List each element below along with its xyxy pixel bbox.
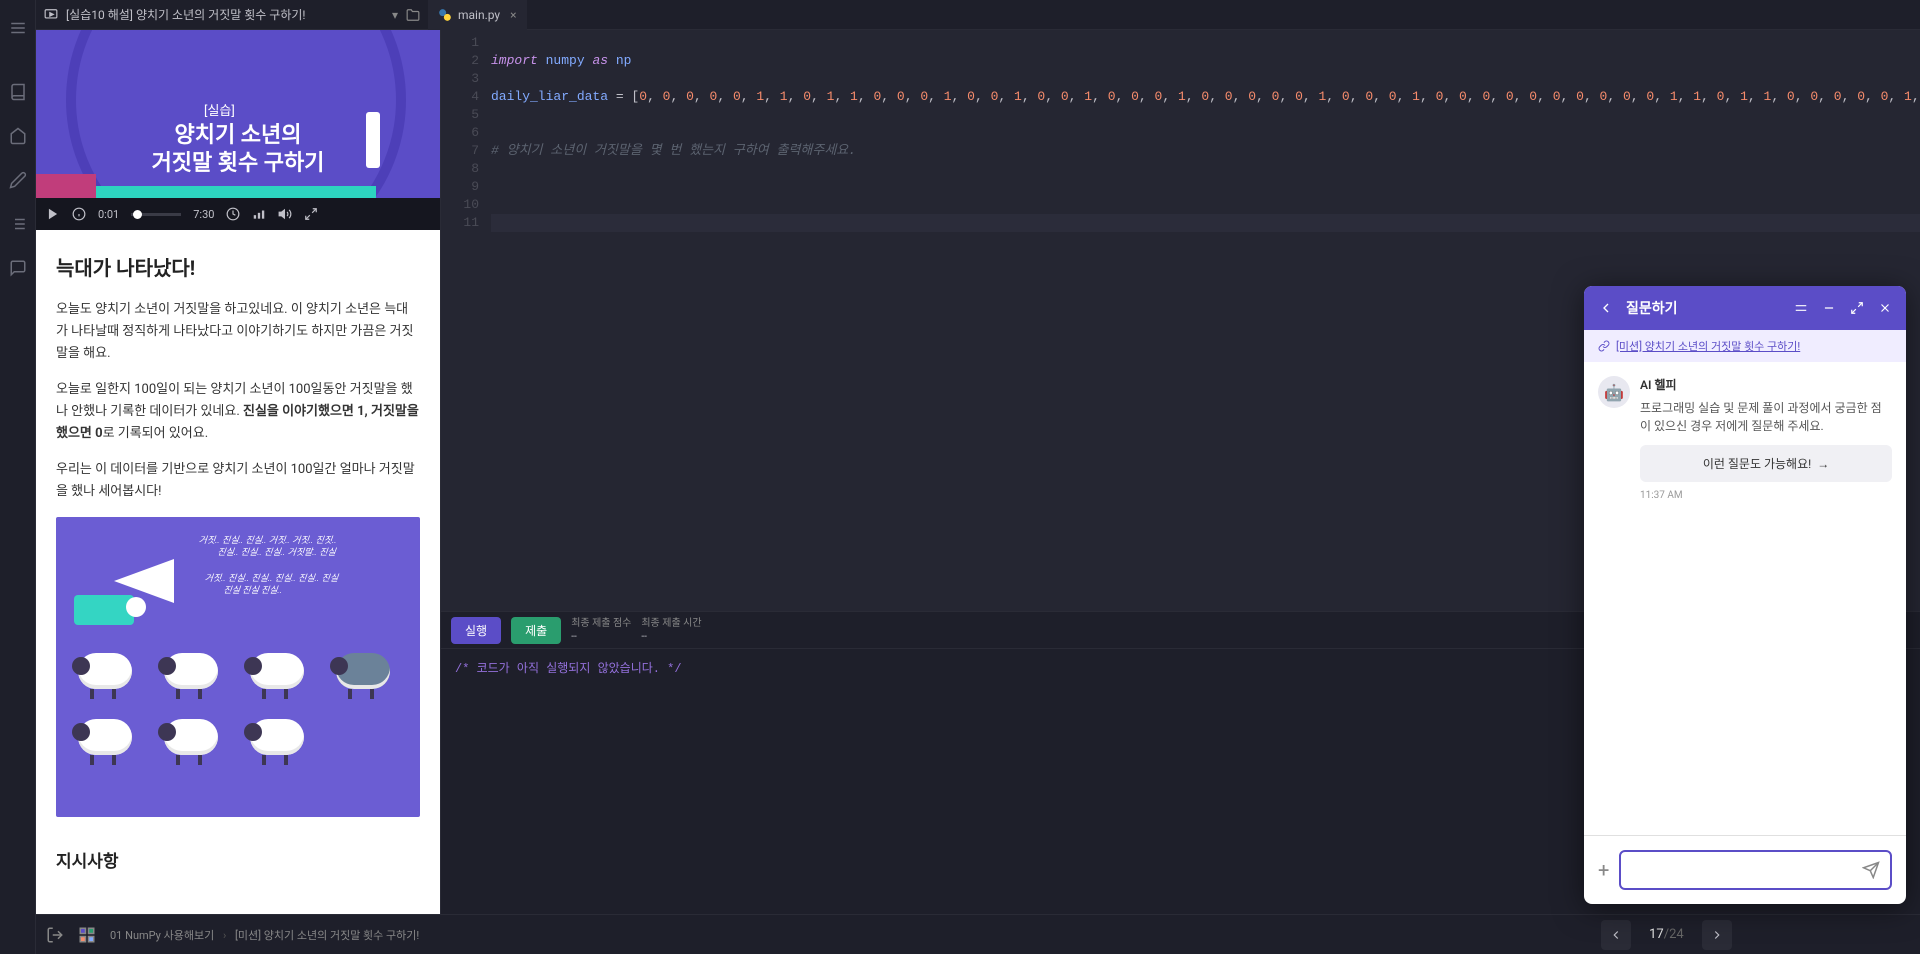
list-icon[interactable] (0, 206, 36, 242)
video-thumbnail[interactable]: [실습] 양치기 소년의거짓말 횟수 구하기 (36, 30, 440, 198)
video-progress[interactable] (131, 213, 181, 216)
chat-minimize-icon[interactable] (1822, 301, 1836, 315)
desc-subheading: 지시사항 (56, 847, 420, 872)
chat-popup: 질문하기 [미션] 양치기 소년의 거짓말 횟수 구하기! 🤖 AI 헬피 프로… (1584, 286, 1906, 904)
desc-heading: 늑대가 나타났다! (56, 252, 420, 281)
console-text: /* 코드가 아직 실행되지 않았습니다. */ (455, 662, 682, 676)
top-header: [실습10 해설] 양치기 소년의 거짓말 횟수 구하기! ▾ main.py … (36, 0, 1920, 30)
caret-down-icon: ▾ (392, 8, 398, 22)
chat-timestamp: 11:37 AM (1640, 490, 1892, 501)
breadcrumb: 01 NumPy 사용해보기 › [미션] 양치기 소년의 거짓말 횟수 구하기… (110, 927, 419, 943)
lesson-title: [실습10 해설] 양치기 소년의 거짓말 횟수 구하기! (66, 6, 384, 23)
bottom-bar: 01 NumPy 사용해보기 › [미션] 양치기 소년의 거짓말 횟수 구하기… (36, 914, 1920, 954)
chat-input-box[interactable] (1619, 850, 1892, 890)
close-tab-icon[interactable]: × (510, 8, 516, 22)
menu-icon[interactable] (0, 10, 36, 46)
chat-add-icon[interactable]: + (1598, 858, 1609, 882)
quality-icon[interactable] (252, 207, 266, 221)
video-controls: 0:01 7:30 (36, 198, 440, 230)
page-indicator: 17/24 (1649, 927, 1684, 942)
python-icon (438, 8, 452, 22)
bot-message: 프로그래밍 실습 및 문제 풀이 과정에서 궁금한 점이 있으신 경우 저에게 … (1640, 399, 1892, 435)
bot-avatar: 🤖 (1598, 376, 1630, 408)
desc-p2: 오늘로 일한지 100일이 되는 양치기 소년이 100일동안 거짓말을 했나 … (56, 379, 420, 445)
file-tab-main-py[interactable]: main.py × (428, 0, 527, 30)
book-icon[interactable] (0, 74, 36, 110)
prev-button[interactable] (1601, 920, 1631, 950)
score-box: 최종 제출 점수 -- (571, 617, 631, 643)
submit-button[interactable]: 제출 (511, 617, 561, 644)
suggest-button[interactable]: 이런 질문도 가능해요! → (1640, 445, 1892, 482)
bot-name: AI 헬피 (1640, 376, 1892, 393)
info-icon[interactable] (72, 207, 86, 221)
folder-icon[interactable] (406, 8, 420, 22)
chat-message: 🤖 AI 헬피 프로그래밍 실습 및 문제 풀이 과정에서 궁금한 점이 있으신… (1598, 376, 1892, 501)
chat-menu-icon[interactable] (1794, 301, 1808, 315)
chat-title: 질문하기 (1626, 298, 1782, 318)
lesson-title-dropdown[interactable]: [실습10 해설] 양치기 소년의 거짓말 횟수 구하기! ▾ (36, 6, 406, 23)
video-tag: [실습] (204, 100, 235, 119)
breadcrumb-2[interactable]: [미션] 양치기 소년의 거짓말 횟수 구하기! (235, 929, 419, 942)
left-sidebar (0, 0, 36, 954)
exit-icon[interactable] (46, 926, 64, 944)
file-tab-label: main.py (458, 8, 500, 22)
line-gutter: 1234567891011 (441, 34, 491, 611)
desc-p3: 우리는 이 데이터를 기반으로 양치기 소년이 100일간 얼마나 거짓말을 했… (56, 459, 420, 503)
chat-header: 질문하기 (1584, 286, 1906, 330)
volume-icon[interactable] (278, 207, 292, 221)
desc-p1: 오늘도 양치기 소년이 거짓말을 하고있네요. 이 양치기 소년은 늑대가 나타… (56, 299, 420, 365)
left-panel: [실습] 양치기 소년의거짓말 횟수 구하기 0:01 7:30 (36, 30, 441, 914)
chat-icon[interactable] (0, 250, 36, 286)
grid-icon[interactable] (78, 926, 96, 944)
run-button[interactable]: 실행 (451, 617, 501, 644)
chat-link[interactable]: [미션] 양치기 소년의 거짓말 횟수 구하기! (1616, 338, 1800, 354)
video-time-total: 7:30 (193, 208, 214, 221)
chat-close-icon[interactable] (1878, 301, 1892, 315)
chat-expand-icon[interactable] (1850, 301, 1864, 315)
chat-body[interactable]: 🤖 AI 헬피 프로그래밍 실습 및 문제 풀이 과정에서 궁금한 점이 있으신… (1584, 362, 1906, 835)
home-icon[interactable] (0, 118, 36, 154)
chat-input[interactable] (1631, 863, 1862, 878)
play-icon[interactable] (46, 207, 60, 221)
pencil-icon[interactable] (0, 162, 36, 198)
chat-link-bar: [미션] 양치기 소년의 거짓말 횟수 구하기! (1584, 330, 1906, 362)
monitor-icon (44, 8, 58, 22)
description-panel[interactable]: 늑대가 나타났다! 오늘도 양치기 소년이 거짓말을 하고있네요. 이 양치기 … (36, 230, 440, 914)
breadcrumb-1[interactable]: 01 NumPy 사용해보기 (110, 929, 214, 942)
next-button[interactable] (1702, 920, 1732, 950)
video-time-current: 0:01 (98, 208, 119, 221)
chat-input-row: + (1584, 835, 1906, 904)
chat-back-icon[interactable] (1598, 300, 1614, 316)
send-icon[interactable] (1862, 861, 1880, 879)
link-icon (1598, 340, 1610, 352)
submit-time-box: 최종 제출 시간 -- (641, 617, 701, 643)
speed-icon[interactable] (226, 207, 240, 221)
fullscreen-icon[interactable] (304, 207, 318, 221)
illustration: 거짓.. 진실.. 진실.. 거짓.. 거짓.. 진짓.. 진실.. 진실.. … (56, 517, 420, 817)
